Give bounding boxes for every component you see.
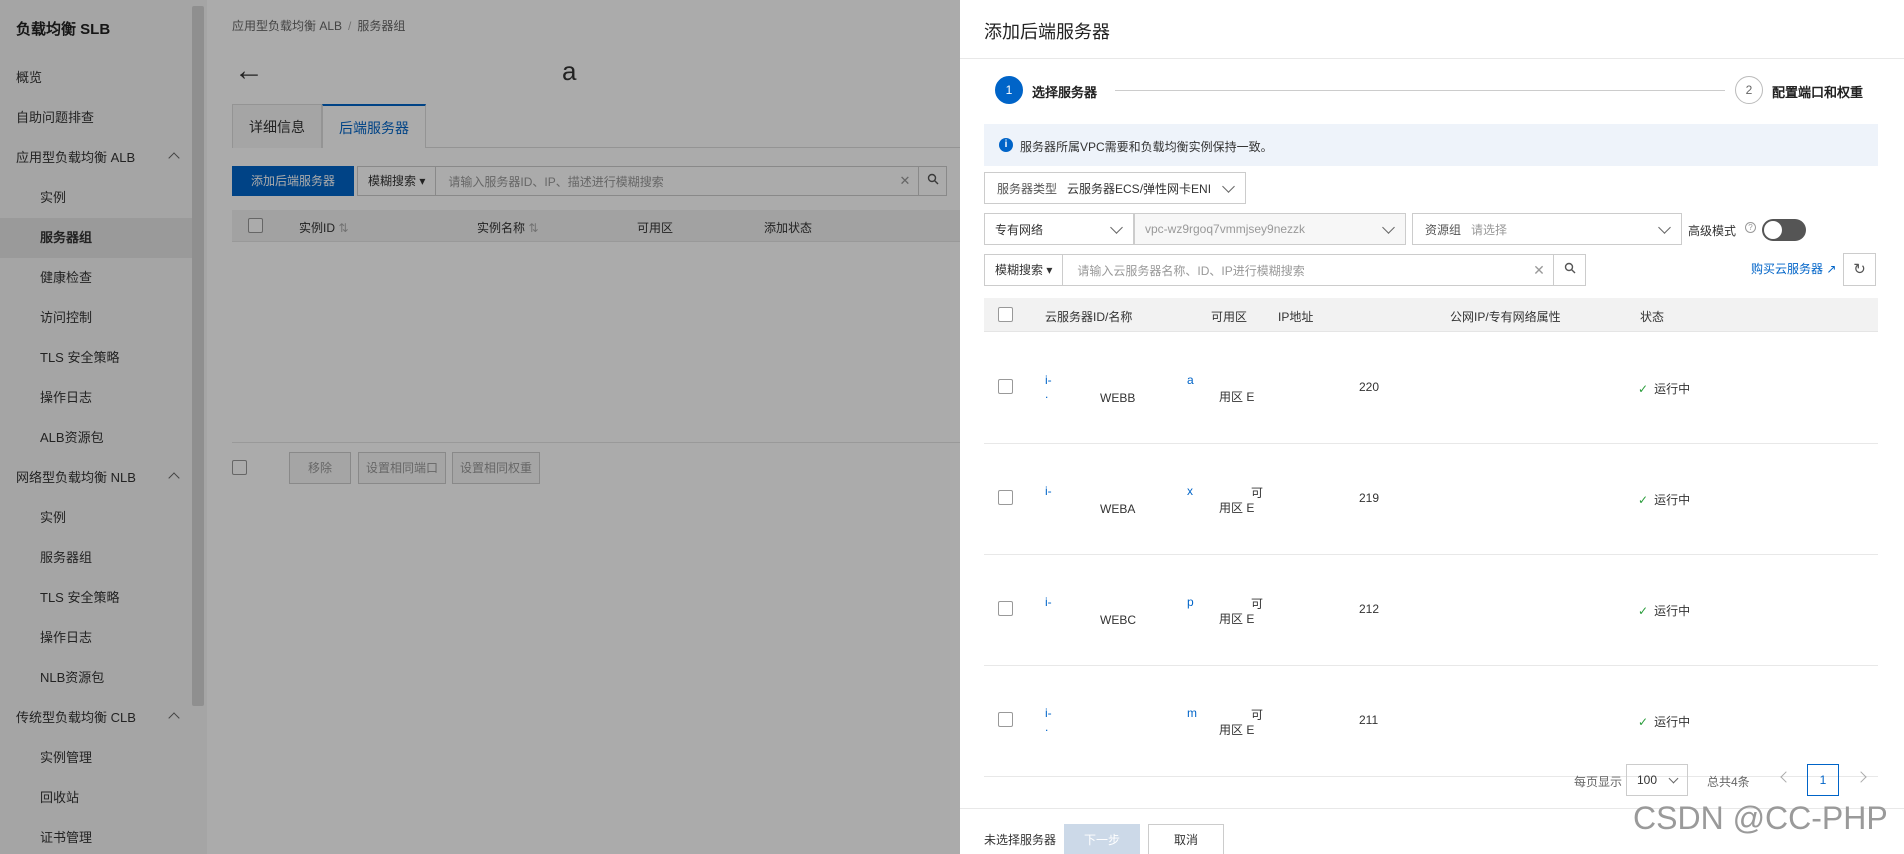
zone-line2: 用区 E bbox=[1219, 390, 1255, 404]
modal-overlay[interactable] bbox=[0, 0, 960, 854]
step-1-indicator: 1 bbox=[995, 76, 1023, 104]
check-icon: ✓ bbox=[1638, 493, 1649, 507]
search-icon[interactable] bbox=[1553, 255, 1585, 285]
step-2-indicator: 2 bbox=[1735, 76, 1763, 104]
network-type-select[interactable]: 专有网络 bbox=[984, 213, 1134, 245]
watermark: CSDN @CC-PHP bbox=[1633, 800, 1888, 836]
step-2-label: 配置端口和权重 bbox=[1772, 85, 1864, 100]
status-text: 运行中 bbox=[1654, 382, 1691, 396]
table-row: i-p WEBC 可用区 E 212 ✓ 运行中 bbox=[984, 555, 1878, 666]
info-alert: i 服务器所属VPC需要和负载均衡实例保持一致。 bbox=[984, 124, 1878, 166]
col-ip: IP地址 bbox=[1278, 310, 1314, 324]
search-mode-label: 模糊搜索 bbox=[995, 263, 1044, 277]
col-ecs-id-name: 云服务器ID/名称 bbox=[1045, 310, 1133, 324]
vpc-select[interactable]: vpc-wz9rgoq7vmmjsey9nezzk bbox=[1134, 213, 1406, 245]
selection-note: 未选择服务器 bbox=[984, 833, 1057, 847]
ip-address: 211 bbox=[1359, 713, 1379, 727]
stepper: 1 选择服务器 2 配置端口和权重 bbox=[995, 76, 1879, 106]
network-type-value: 专有网络 bbox=[995, 222, 1044, 237]
check-icon: ✓ bbox=[1638, 715, 1649, 729]
ecs-id-suffix[interactable]: x bbox=[1187, 484, 1193, 498]
search-mode-dropdown[interactable]: 模糊搜索 ▾ bbox=[985, 255, 1064, 285]
ecs-id-prefix[interactable]: i- bbox=[1045, 373, 1052, 387]
zone-line2: 用区 E bbox=[1219, 723, 1255, 737]
help-icon[interactable]: ? bbox=[1745, 222, 1756, 233]
step-connector bbox=[1115, 90, 1725, 91]
advanced-mode-label: 高级模式 bbox=[1688, 224, 1737, 238]
external-link-icon: ↗ bbox=[1826, 262, 1837, 276]
clear-icon[interactable]: ✕ bbox=[1525, 262, 1553, 279]
page-number[interactable]: 1 bbox=[1807, 764, 1839, 796]
chevron-down-icon bbox=[1222, 179, 1235, 193]
col-zone: 可用区 bbox=[1211, 310, 1248, 324]
buy-ecs-link[interactable]: 购买云服务器 ↗ bbox=[1751, 260, 1836, 277]
resource-group-label: 资源组 bbox=[1425, 222, 1462, 237]
info-text: 服务器所属VPC需要和负载均衡实例保持一致。 bbox=[1020, 140, 1273, 154]
cancel-button[interactable]: 取消 bbox=[1148, 824, 1224, 854]
info-icon: i bbox=[999, 138, 1013, 152]
table-row: i-. a WEBB 用区 E 220 ✓ 运行中 bbox=[984, 333, 1878, 444]
ip-address: 219 bbox=[1359, 491, 1380, 505]
advanced-mode-toggle[interactable] bbox=[1762, 219, 1806, 241]
table-row: i-. m 可用区 E 211 ✓ 运行中 bbox=[984, 666, 1878, 777]
ecs-id-prefix[interactable]: i- bbox=[1045, 484, 1052, 498]
per-page-label: 每页显示 bbox=[1574, 775, 1623, 789]
ecs-id-line2: . bbox=[1045, 387, 1049, 401]
row-checkbox[interactable] bbox=[998, 490, 1013, 505]
ecs-id-line2: . bbox=[1045, 720, 1049, 734]
chevron-down-icon bbox=[1110, 220, 1123, 234]
table-row: i-x WEBA 可用区 E 219 ✓ 运行中 bbox=[984, 444, 1878, 555]
ecs-id-suffix[interactable]: a bbox=[1187, 373, 1194, 387]
select-all-checkbox[interactable] bbox=[998, 307, 1013, 322]
row-checkbox[interactable] bbox=[998, 712, 1013, 727]
col-status: 状态 bbox=[1640, 310, 1665, 324]
zone-line2: 用区 E bbox=[1219, 612, 1255, 626]
server-type-value: 云服务器ECS/弹性网卡ENI bbox=[1067, 181, 1212, 196]
status-badge: ✓ 运行中 bbox=[1638, 713, 1690, 730]
server-type-label: 服务器类型 bbox=[997, 181, 1058, 196]
col-public-ip: 公网IP/专有网络属性 bbox=[1450, 310, 1561, 324]
chevron-down-icon bbox=[1658, 220, 1671, 234]
toggle-knob bbox=[1764, 221, 1782, 239]
row-checkbox[interactable] bbox=[998, 601, 1013, 616]
server-type-select[interactable]: 服务器类型 云服务器ECS/弹性网卡ENI bbox=[984, 172, 1246, 204]
ecs-id-prefix[interactable]: i- bbox=[1045, 595, 1052, 609]
total-count: 总共4条 bbox=[1707, 775, 1750, 789]
check-icon: ✓ bbox=[1638, 382, 1649, 396]
ecs-id-prefix[interactable]: i- bbox=[1045, 706, 1052, 720]
status-text: 运行中 bbox=[1654, 604, 1691, 618]
zone-line2: 用区 E bbox=[1219, 501, 1255, 515]
ecs-search: 模糊搜索 ▾ 请输入云服务器名称、ID、IP进行模糊搜索 ✕ bbox=[984, 254, 1586, 286]
ecs-table-header: 云服务器ID/名称 可用区 IP地址 公网IP/专有网络属性 状态 bbox=[984, 298, 1878, 332]
drawer-divider bbox=[960, 58, 1904, 59]
per-page-value: 100 bbox=[1637, 773, 1658, 787]
buy-ecs-link-label: 购买云服务器 bbox=[1751, 262, 1824, 276]
next-step-button[interactable]: 下一步 bbox=[1064, 824, 1140, 854]
vpc-value: vpc-wz9rgoq7vmmjsey9nezzk bbox=[1145, 222, 1306, 236]
ip-address: 220 bbox=[1359, 380, 1380, 394]
status-badge: ✓ 运行中 bbox=[1638, 602, 1690, 619]
refresh-icon[interactable]: ↻ bbox=[1843, 253, 1876, 286]
check-icon: ✓ bbox=[1638, 604, 1649, 618]
chevron-down-icon bbox=[1382, 220, 1395, 234]
chevron-down-icon bbox=[1668, 773, 1679, 784]
ecs-id-suffix[interactable]: m bbox=[1187, 706, 1197, 720]
status-badge: ✓ 运行中 bbox=[1638, 380, 1690, 397]
drawer-title: 添加后端服务器 bbox=[984, 22, 1110, 42]
resource-group-select[interactable]: 资源组 请选择 bbox=[1412, 213, 1682, 245]
add-backend-server-drawer: 添加后端服务器 1 选择服务器 2 配置端口和权重 i 服务器所属VPC需要和负… bbox=[960, 0, 1904, 854]
status-badge: ✓ 运行中 bbox=[1638, 491, 1690, 508]
ip-address: 212 bbox=[1359, 602, 1380, 616]
ecs-name: WEBB bbox=[1100, 391, 1136, 405]
step-1-label: 选择服务器 bbox=[1032, 85, 1098, 100]
ecs-name: WEBC bbox=[1100, 613, 1136, 627]
ecs-id-suffix[interactable]: p bbox=[1187, 595, 1194, 609]
status-text: 运行中 bbox=[1654, 715, 1691, 729]
per-page-select[interactable]: 100 bbox=[1626, 764, 1688, 796]
status-text: 运行中 bbox=[1654, 493, 1691, 507]
ecs-name: WEBA bbox=[1100, 502, 1136, 516]
row-checkbox[interactable] bbox=[998, 379, 1013, 394]
ecs-search-input[interactable]: 请输入云服务器名称、ID、IP进行模糊搜索 bbox=[1063, 262, 1525, 279]
resource-group-placeholder: 请选择 bbox=[1471, 222, 1508, 237]
